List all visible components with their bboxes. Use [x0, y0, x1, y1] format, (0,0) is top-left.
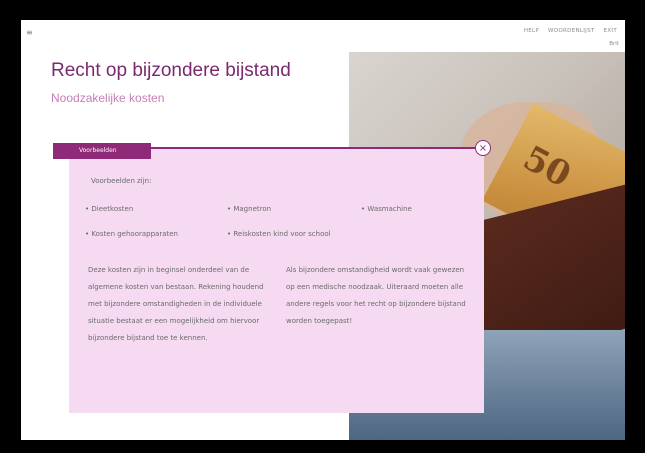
photo-tag: Brit [609, 41, 619, 47]
banknote-value: 50 [516, 138, 578, 196]
example-item: • Reiskosten kind voor school [227, 230, 331, 238]
exit-link[interactable]: EXIT [604, 28, 617, 34]
screen: ≡ HELP WOORDENLIJST EXIT 50 Brit Recht o… [21, 20, 625, 440]
example-item: • Magnetron [227, 205, 272, 213]
tab-examples[interactable]: Voorbeelden [53, 143, 151, 159]
page-title: Recht op bijzondere bijstand [51, 60, 291, 81]
tab-underline [151, 147, 481, 149]
examples-intro: Voorbeelden zijn: [91, 177, 152, 185]
glossary-link[interactable]: WOORDENLIJST [548, 28, 595, 34]
example-item: • Dieetkosten [85, 205, 134, 213]
help-link[interactable]: HELP [524, 28, 539, 34]
paragraph-right: Als bijzondere omstandigheid wordt vaak … [286, 266, 466, 325]
close-button[interactable]: × [475, 140, 491, 156]
top-nav: HELP WOORDENLIJST EXIT [524, 28, 617, 34]
menu-icon[interactable]: ≡ [26, 28, 33, 37]
example-item: • Wasmachine [361, 205, 412, 213]
paragraph-left: Deze kosten zijn in beginsel onderdeel v… [88, 266, 264, 342]
page-subtitle: Noodzakelijke kosten [51, 91, 165, 105]
example-item: • Kosten gehoorapparaten [85, 230, 178, 238]
